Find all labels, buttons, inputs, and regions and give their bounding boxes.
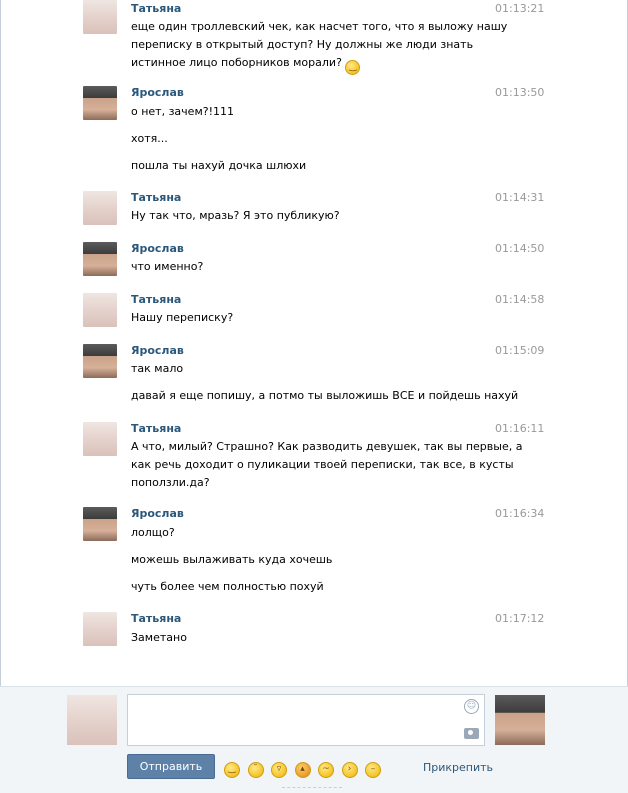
message-time: 01:13:21 — [495, 2, 545, 15]
camera-icon[interactable] — [464, 728, 479, 739]
message-text: как речь доходит о пуликации твоей переп… — [131, 458, 514, 471]
message-text: пошла ты нахуй дочка шлюхи — [131, 159, 307, 172]
author-name[interactable]: Ярослав — [131, 507, 184, 521]
message-time: 01:16:34 — [495, 507, 545, 520]
confused-icon[interactable]: ~ — [318, 762, 334, 778]
author-avatar[interactable] — [83, 612, 117, 646]
attach-link[interactable]: Прикрепить — [423, 761, 493, 774]
author-avatar[interactable] — [83, 191, 117, 225]
author-name[interactable]: Татьяна — [131, 2, 181, 16]
message-text: еще один троллевский чек, как насчет тог… — [131, 20, 508, 33]
message-text: что именно? — [131, 260, 204, 273]
author-avatar[interactable] — [83, 344, 117, 378]
author-avatar[interactable] — [83, 422, 117, 456]
author-name[interactable]: Ярослав — [131, 344, 184, 358]
quick-emoji-bar: ‿ ˘ ▿ ▴ ~ › – — [224, 758, 385, 778]
emoji-picker-icon[interactable]: ☺ — [464, 699, 479, 714]
dialog-window: Татьяна 01:13:21 еще один троллевский че… — [0, 0, 628, 793]
message-time: 01:14:31 — [495, 191, 545, 204]
author-name[interactable]: Татьяна — [131, 293, 181, 307]
blush-icon[interactable]: ˘ — [247, 762, 264, 778]
message-time: 01:15:09 — [495, 344, 545, 357]
smile-icon: ‿ — [345, 60, 361, 75]
message-time: 01:13:50 — [495, 86, 545, 99]
message-text: так мало — [131, 362, 184, 375]
author-name[interactable]: Ярослав — [131, 242, 184, 256]
message-text: Ну так что, мразь? Я это публикую? — [131, 209, 340, 222]
author-name[interactable]: Ярослав — [131, 86, 184, 100]
message-time: 01:14:50 — [495, 242, 545, 255]
message-input[interactable] — [128, 695, 484, 745]
angry-icon[interactable]: ▴ — [294, 762, 311, 778]
smile-icon[interactable]: ‿ — [224, 762, 240, 778]
peer-avatar[interactable] — [495, 695, 545, 745]
author-avatar[interactable] — [83, 507, 117, 541]
message-text: можешь вылаживать куда хочешь — [131, 553, 333, 566]
author-name[interactable]: Татьяна — [131, 191, 181, 205]
author-avatar[interactable] — [83, 86, 117, 120]
message-text: о нет, зачем?!111 — [131, 105, 234, 118]
message-history[interactable]: Татьяна 01:13:21 еще один троллевский че… — [0, 0, 628, 686]
message-text: поползли.да? — [131, 476, 210, 489]
message-text: хотя... — [131, 132, 168, 145]
message-time: 01:16:11 — [495, 422, 545, 435]
wink-icon[interactable]: › — [341, 762, 358, 778]
author-name[interactable]: Татьяна — [131, 612, 181, 626]
message-composer: ☺ Отправить ‿ ˘ ▿ ▴ ~ › – Прикрепить — [0, 686, 628, 793]
author-avatar[interactable] — [83, 242, 117, 276]
laugh-icon[interactable]: ▿ — [271, 762, 287, 778]
message-text: переписку в открытый доступ? Ну должны ж… — [131, 38, 474, 51]
message-text: истинное лицо поборников морали? — [131, 56, 342, 69]
my-avatar[interactable] — [67, 695, 117, 745]
message-text: лолщо? — [131, 526, 175, 539]
send-button[interactable]: Отправить — [127, 754, 215, 779]
message-text: Заметано — [131, 631, 187, 644]
author-avatar[interactable] — [83, 293, 117, 327]
message-time: 01:17:12 — [495, 612, 545, 625]
author-name[interactable]: Татьяна — [131, 422, 181, 436]
message-text: чуть более чем полностью похуй — [131, 580, 324, 593]
message-text: давай я еще попишу, а потмо ты выложишь … — [131, 389, 519, 402]
message-text: Нашу переписку? — [131, 311, 234, 324]
neutral-icon[interactable]: – — [365, 762, 381, 778]
resize-grip[interactable] — [282, 787, 342, 791]
author-avatar[interactable] — [83, 0, 117, 34]
message-text-with-emoji: истинное лицо поборников морали? ‿ — [131, 54, 491, 75]
message-text: А что, милый? Страшно? Как разводить дев… — [131, 440, 523, 453]
message-input-box: ☺ — [127, 694, 485, 746]
message-time: 01:14:58 — [495, 293, 545, 306]
